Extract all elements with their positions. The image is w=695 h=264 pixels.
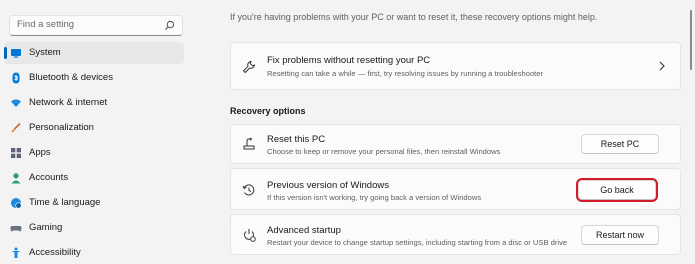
sidebar-item-network[interactable]: Network & internet	[4, 92, 184, 114]
option-subtitle: If this version isn't working, try going…	[267, 193, 482, 202]
globe-clock-icon	[11, 198, 22, 209]
sidebar-item-label: Network & internet	[29, 97, 108, 108]
reset-pc-icon	[243, 137, 255, 150]
reset-pc-row: Reset this PC Choose to keep or remove y…	[230, 124, 681, 164]
option-title: Reset this PC	[267, 134, 326, 145]
restart-now-button[interactable]: Restart now	[581, 225, 659, 245]
wrench-icon	[242, 60, 256, 74]
section-title: Recovery options	[230, 106, 306, 116]
search-box[interactable]: Find a setting	[9, 15, 183, 36]
sidebar-item-accounts[interactable]: Accounts	[4, 167, 184, 189]
sidebar-item-label: System	[29, 47, 61, 58]
main-content: If you're having problems with your PC o…	[190, 0, 695, 255]
sidebar-item-label: Gaming	[29, 222, 63, 233]
person-icon	[11, 173, 21, 184]
sidebar: Find a setting System Bluetooth & device…	[0, 0, 190, 258]
gamepad-icon	[10, 226, 22, 232]
chevron-right-icon	[659, 61, 665, 71]
option-subtitle: Choose to keep or remove your personal f…	[267, 147, 501, 156]
sidebar-item-gaming[interactable]: Gaming	[4, 217, 184, 239]
search-input[interactable]: Find a setting	[17, 19, 74, 30]
intro-text: If you're having problems with your PC o…	[230, 12, 598, 22]
previous-version-row: Previous version of Windows If this vers…	[230, 168, 681, 210]
monitor-icon	[11, 49, 21, 58]
fix-problems-card[interactable]: Fix problems without resetting your PC R…	[230, 42, 681, 90]
sidebar-item-label: Accounts	[29, 172, 69, 183]
option-title: Previous version of Windows	[267, 180, 389, 191]
brush-icon	[11, 122, 21, 133]
card-subtitle: Resetting can take a while — first, try …	[267, 69, 544, 78]
sidebar-item-label: Personalization	[29, 122, 94, 133]
sidebar-item-label: Time & language	[29, 197, 101, 208]
search-icon[interactable]	[164, 20, 175, 31]
accessibility-icon	[11, 247, 21, 258]
sidebar-item-apps[interactable]: Apps	[4, 142, 184, 164]
scrollbar[interactable]	[690, 10, 692, 70]
history-icon	[242, 184, 255, 196]
card-title: Fix problems without resetting your PC	[267, 55, 431, 66]
sidebar-item-time-language[interactable]: Time & language	[4, 192, 184, 214]
advanced-startup-icon	[244, 229, 256, 242]
sidebar-item-label: Accessibility	[29, 247, 81, 258]
active-indicator	[4, 47, 7, 59]
sidebar-item-system[interactable]: System	[4, 42, 184, 64]
sidebar-item-personalization[interactable]: Personalization	[4, 117, 184, 139]
wifi-icon	[11, 99, 21, 107]
advanced-startup-row: Advanced startup Restart your device to …	[230, 214, 681, 255]
go-back-button[interactable]: Go back	[576, 178, 658, 202]
sidebar-item-label: Bluetooth & devices	[29, 72, 113, 83]
apps-icon	[11, 148, 21, 158]
reset-pc-button[interactable]: Reset PC	[581, 134, 659, 154]
option-subtitle: Restart your device to change startup se…	[267, 238, 568, 247]
sidebar-item-bluetooth[interactable]: Bluetooth & devices	[4, 67, 184, 89]
bluetooth-icon	[12, 72, 20, 84]
option-title: Advanced startup	[267, 225, 341, 236]
sidebar-item-accessibility[interactable]: Accessibility	[4, 242, 184, 264]
sidebar-item-label: Apps	[29, 147, 51, 158]
